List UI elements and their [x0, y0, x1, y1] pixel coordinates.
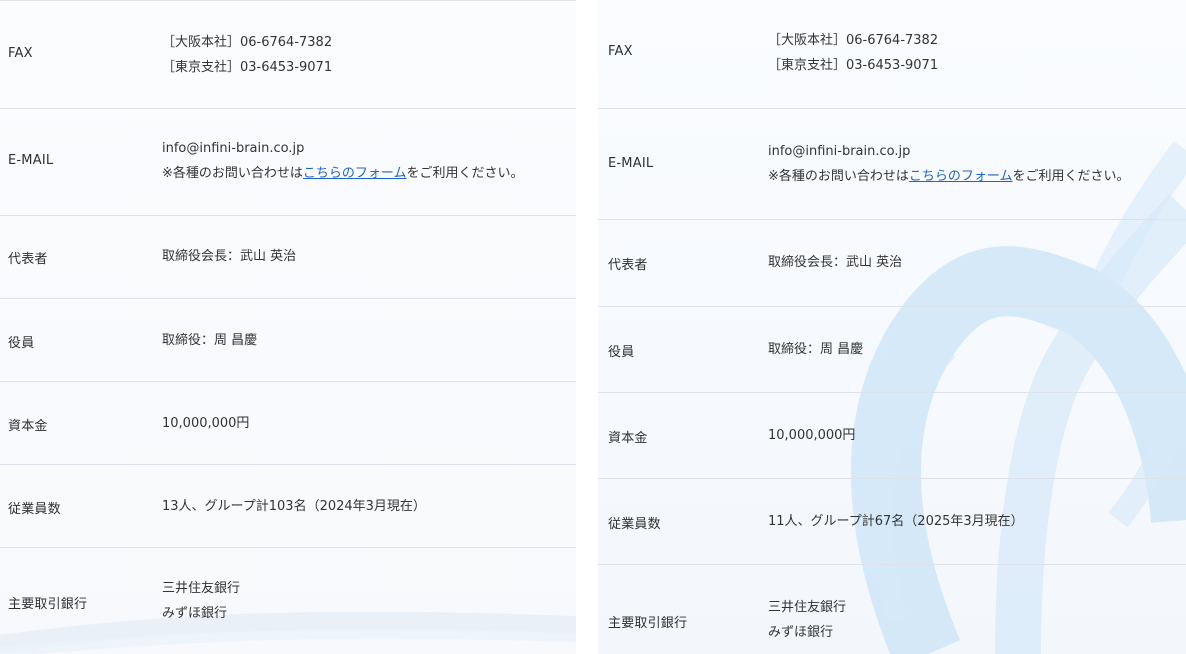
row-label: 主要取引銀行: [608, 616, 688, 631]
company-info-panel-right: FAX ［大阪本社］06-6764-7382 ［東京支社］03-6453-907…: [598, 0, 1186, 654]
row-label: 従業員数: [8, 502, 61, 517]
note-text: をご利用ください。: [1012, 169, 1130, 184]
row-value: 三井住友銀行 みずほ銀行: [162, 576, 240, 626]
note-text: ※各種のお問い合わせは: [768, 169, 909, 184]
bank-item: みずほ銀行: [162, 606, 228, 621]
info-row-capital: 資本金 10,000,000円: [598, 392, 1186, 479]
row-value: 取締役会長：武山 英治: [768, 255, 903, 270]
note-text: ※各種のお問い合わせは: [162, 166, 303, 181]
contact-form-link[interactable]: こちらのフォーム: [909, 169, 1013, 184]
row-value: ［大阪本社］06-6764-7382 ［東京支社］03-6453-9071: [162, 30, 332, 80]
row-label: 従業員数: [608, 517, 661, 532]
row-value: info@infini-brain.co.jp ※各種のお問い合わせはこちらのフ…: [162, 136, 524, 186]
info-row-fax: FAX ［大阪本社］06-6764-7382 ［東京支社］03-6453-907…: [598, 0, 1186, 109]
bank-item: 三井住友銀行: [162, 581, 241, 596]
info-row-officers: 役員 取締役：周 昌慶: [598, 306, 1186, 393]
row-label: 代表者: [608, 258, 648, 273]
row-value: 10,000,000円: [768, 428, 856, 443]
row-value: info@infini-brain.co.jp ※各種のお問い合わせはこちらのフ…: [768, 139, 1130, 189]
row-label: 代表者: [8, 252, 48, 267]
company-info-panel-left: FAX ［大阪本社］06-6764-7382 ［東京支社］03-6453-907…: [0, 0, 598, 654]
note-text: をご利用ください。: [406, 166, 524, 181]
contact-form-link[interactable]: こちらのフォーム: [303, 166, 407, 181]
info-row-fax: FAX ［大阪本社］06-6764-7382 ［東京支社］03-6453-907…: [0, 1, 576, 109]
info-row-email: E-MAIL info@infini-brain.co.jp ※各種のお問い合わ…: [598, 108, 1186, 220]
info-row-employees: 従業員数 11人、グループ計67名（2025年3月現在）: [598, 478, 1186, 565]
bank-item: みずほ銀行: [768, 625, 834, 640]
row-label: 役員: [8, 336, 35, 351]
info-row-employees: 従業員数 13人、グループ計103名（2024年3月現在）: [0, 464, 576, 548]
fax-osaka: ［大阪本社］06-6764-7382: [162, 35, 333, 50]
info-row-representative: 代表者 取締役会長：武山 英治: [0, 215, 576, 299]
row-label: E-MAIL: [608, 156, 654, 171]
fax-tokyo: ［東京支社］03-6453-9071: [162, 60, 333, 75]
contact-note: ※各種のお問い合わせはこちらのフォームをご利用ください。: [162, 161, 524, 186]
row-value: 三井住友銀行 みずほ銀行: [768, 595, 846, 645]
row-label: 資本金: [608, 431, 648, 446]
row-value: 11人、グループ計67名（2025年3月現在）: [768, 514, 1024, 529]
row-value: 取締役：周 昌慶: [162, 333, 258, 348]
row-label: 役員: [608, 345, 635, 360]
row-value: 10,000,000円: [162, 416, 250, 431]
email-address: info@infini-brain.co.jp: [768, 144, 911, 159]
info-row-representative: 代表者 取締役会長：武山 英治: [598, 219, 1186, 307]
info-row-banks: 主要取引銀行 三井住友銀行 みずほ銀行: [0, 547, 576, 654]
row-label: FAX: [8, 46, 33, 61]
fax-osaka: ［大阪本社］06-6764-7382: [768, 33, 939, 48]
info-row-email: E-MAIL info@infini-brain.co.jp ※各種のお問い合わ…: [0, 108, 576, 216]
row-label: 資本金: [8, 419, 48, 434]
row-value: 取締役：周 昌慶: [768, 342, 864, 357]
panel-gap: [576, 0, 598, 654]
info-row-banks: 主要取引銀行 三井住友銀行 みずほ銀行: [598, 564, 1186, 654]
row-value: 取締役会長：武山 英治: [162, 249, 297, 264]
row-label: 主要取引銀行: [8, 597, 88, 612]
info-row-officers: 役員 取締役：周 昌慶: [0, 298, 576, 382]
info-row-capital: 資本金 10,000,000円: [0, 381, 576, 465]
bank-item: 三井住友銀行: [768, 600, 847, 615]
row-value: ［大阪本社］06-6764-7382 ［東京支社］03-6453-9071: [768, 28, 938, 78]
fax-tokyo: ［東京支社］03-6453-9071: [768, 58, 939, 73]
email-address: info@infini-brain.co.jp: [162, 141, 305, 156]
row-label: E-MAIL: [8, 153, 54, 168]
contact-note: ※各種のお問い合わせはこちらのフォームをご利用ください。: [768, 164, 1130, 189]
row-value: 13人、グループ計103名（2024年3月現在）: [162, 499, 426, 514]
row-label: FAX: [608, 44, 633, 59]
